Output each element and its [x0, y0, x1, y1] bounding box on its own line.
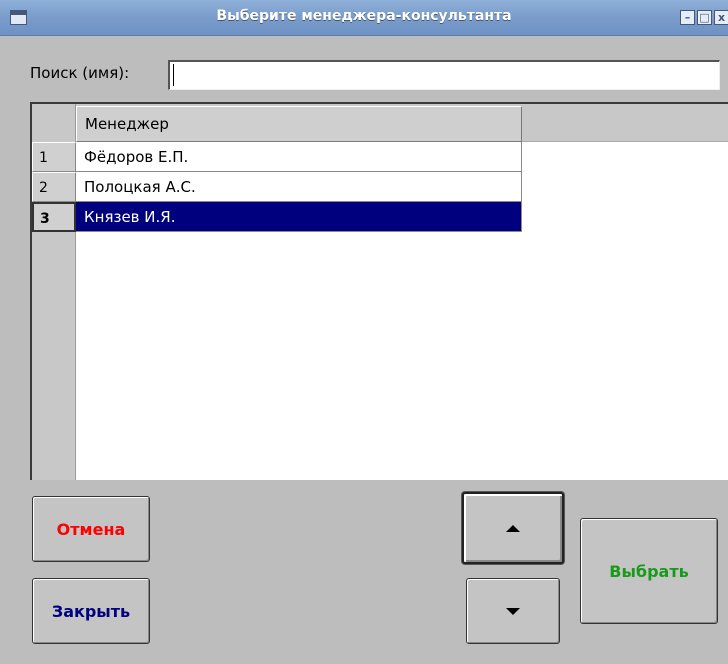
text-caret: [173, 64, 174, 86]
close-icon[interactable]: x: [714, 10, 728, 25]
search-label: Поиск (имя):: [30, 64, 130, 82]
column-header-manager[interactable]: Менеджер: [76, 106, 522, 142]
move-up-button[interactable]: [462, 492, 564, 564]
row-number[interactable]: 3: [32, 202, 76, 232]
select-button[interactable]: Выбрать: [580, 518, 718, 624]
manager-cell[interactable]: Фёдоров Е.П.: [76, 142, 522, 172]
close-button[interactable]: Закрыть: [32, 578, 150, 644]
manager-cell[interactable]: Полоцкая А.С.: [76, 172, 522, 202]
table-row[interactable]: 2 Полоцкая А.С.: [32, 172, 522, 202]
table-row-selected[interactable]: 3 Князев И.Я.: [32, 202, 522, 232]
window-title: Выберите менеджера-консультанта: [216, 8, 512, 24]
manager-cell[interactable]: Князев И.Я.: [76, 202, 522, 232]
arrow-down-icon: [506, 607, 520, 615]
minimize-icon[interactable]: –: [680, 10, 695, 25]
arrow-up-icon: [506, 524, 520, 532]
managers-grid[interactable]: Менеджер 1 Фёдоров Е.П. 2 Полоцкая А.С. …: [30, 102, 728, 480]
cancel-button[interactable]: Отмена: [32, 496, 150, 562]
search-input[interactable]: [168, 60, 720, 90]
title-bar[interactable]: Выберите менеджера-консультанта – □ x: [0, 0, 728, 36]
move-down-button[interactable]: [466, 578, 560, 644]
table-row[interactable]: 1 Фёдоров Е.П.: [32, 142, 522, 172]
row-number[interactable]: 1: [32, 142, 76, 172]
row-number[interactable]: 2: [32, 172, 76, 202]
maximize-icon[interactable]: □: [697, 10, 712, 25]
